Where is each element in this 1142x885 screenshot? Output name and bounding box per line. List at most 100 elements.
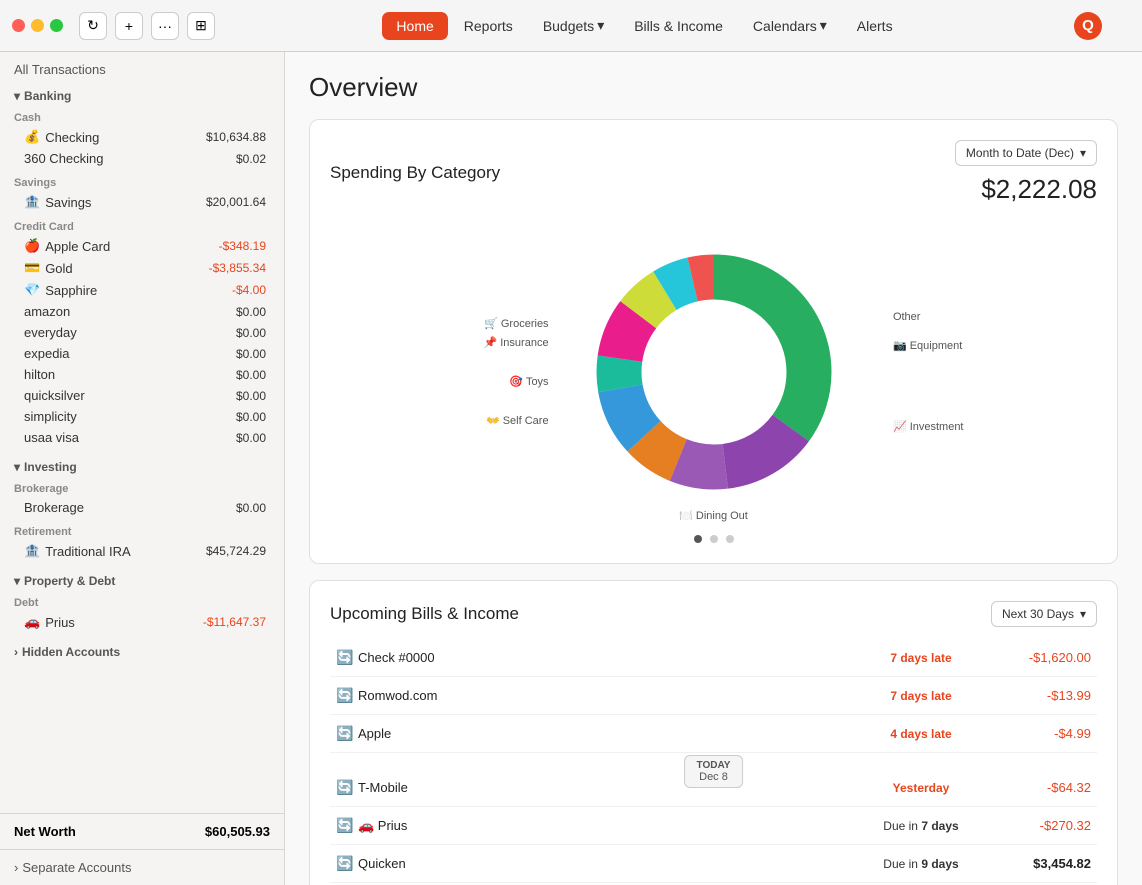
bills-period-select[interactable]: Next 30 Days ▾ (991, 601, 1097, 627)
chevron-down-icon: ▾ (14, 574, 20, 588)
sidebar: All Transactions ▾ Banking Cash 💰 Checki… (0, 52, 285, 885)
chart-label-dining: 🍽️ Dining Out (679, 509, 748, 522)
chevron-down-icon: ▾ (820, 17, 827, 34)
bill-row-tmobile[interactable]: TODAY Dec 8 🔄 T-Mobile Yesterday -$64.32 (330, 769, 1097, 807)
reload-icon: ↻ (87, 17, 99, 34)
bill-row-quicken[interactable]: 🔄 Quicken Due in 9 days $3,454.82 (330, 845, 1097, 883)
list-item[interactable]: 🏦 Traditional IRA $45,724.29 (14, 540, 270, 562)
chart-dot-2[interactable] (710, 535, 718, 543)
nav-tab-home[interactable]: Home (382, 12, 447, 40)
bills-list: 🔄 Check #0000 7 days late -$1,620.00 🔄 R… (330, 639, 1097, 885)
bill-row-check0000[interactable]: 🔄 Check #0000 7 days late -$1,620.00 (330, 639, 1097, 677)
chevron-right-icon: › (14, 860, 18, 875)
nav-tabs: Home Reports Budgets ▾ Bills & Income Ca… (382, 11, 906, 40)
bills-card-header: Upcoming Bills & Income Next 30 Days ▾ (330, 601, 1097, 627)
chart-label-equipment: 📷 Equipment (893, 339, 964, 352)
spending-card-header: Spending By Category Month to Date (Dec)… (330, 140, 1097, 205)
window-controls (12, 19, 63, 32)
list-item[interactable]: quicksilver $0.00 (14, 385, 270, 406)
chevron-down-icon: ▾ (597, 17, 604, 34)
chart-label-investment: 📈 Investment (893, 420, 964, 433)
separate-accounts-link[interactable]: › Separate Accounts (0, 849, 284, 885)
main-layout: All Transactions ▾ Banking Cash 💰 Checki… (0, 52, 1142, 885)
maximize-button[interactable] (50, 19, 63, 32)
nav-tab-bills-income[interactable]: Bills & Income (620, 12, 737, 40)
list-item[interactable]: hilton $0.00 (14, 364, 270, 385)
net-worth-label: Net Worth (14, 824, 76, 839)
today-label: TODAY (697, 760, 731, 771)
all-transactions-link[interactable]: All Transactions (0, 52, 284, 83)
nav-tab-alerts[interactable]: Alerts (843, 12, 907, 40)
more-icon: ··· (158, 18, 172, 34)
chart-label-toys: 🎯 Toys (484, 375, 549, 388)
sidebar-section-property: ▾ Property & Debt Debt 🚗 Prius -$11,647.… (0, 568, 284, 635)
spending-by-category-card: Spending By Category Month to Date (Dec)… (309, 119, 1118, 564)
chart-pagination (330, 535, 1097, 543)
bill-icon: 🔄 (336, 855, 358, 872)
property-section-header[interactable]: ▾ Property & Debt (0, 568, 284, 591)
chevron-right-icon: › (14, 645, 18, 659)
net-worth-value: $60,505.93 (205, 824, 270, 839)
sidebar-toggle-button[interactable]: ⊞ (187, 12, 215, 40)
chevron-down-icon: ▾ (14, 89, 20, 103)
list-item[interactable]: 💳 Gold -$3,855.34 (14, 257, 270, 279)
list-item[interactable]: 360 Checking $0.02 (14, 148, 270, 169)
list-item[interactable]: 🍎 Apple Card -$348.19 (14, 235, 270, 257)
net-worth-row: Net Worth $60,505.93 (14, 824, 270, 839)
list-item[interactable]: Brokerage $0.00 (14, 497, 270, 518)
chart-label-selfcare: 👐 Self Care (484, 414, 549, 427)
sidebar-icon: ⊞ (195, 17, 207, 34)
investing-section-header[interactable]: ▾ Investing (0, 454, 284, 477)
spending-chart-area: 🛒 Groceries 📌 Insurance 🎯 Toys 👐 Self Ca… (330, 217, 1097, 527)
list-item[interactable]: expedia $0.00 (14, 343, 270, 364)
chevron-down-icon: ▾ (1080, 607, 1086, 621)
spending-amount: $2,222.08 (981, 174, 1097, 205)
today-badge: TODAY Dec 8 (684, 755, 744, 788)
period-select[interactable]: Month to Date (Dec) ▾ (955, 140, 1097, 166)
main-content: Overview Spending By Category Month to D… (285, 52, 1142, 885)
nav-tab-calendars[interactable]: Calendars ▾ (739, 11, 841, 40)
more-button[interactable]: ··· (151, 12, 179, 40)
donut-chart (574, 232, 854, 512)
bill-icon: 🔄 (336, 687, 358, 704)
nav-tab-budgets[interactable]: Budgets ▾ (529, 11, 618, 40)
list-item[interactable]: 💰 Checking $10,634.88 (14, 126, 270, 148)
minimize-button[interactable] (31, 19, 44, 32)
banking-section-header[interactable]: ▾ Banking (0, 83, 284, 106)
list-item[interactable]: everyday $0.00 (14, 322, 270, 343)
chart-dot-3[interactable] (726, 535, 734, 543)
spending-card-title: Spending By Category (330, 163, 500, 183)
list-item[interactable]: 💎 Sapphire -$4.00 (14, 279, 270, 301)
bill-icon: 🔄 (336, 725, 358, 742)
bill-row-apple[interactable]: 🔄 Apple 4 days late -$4.99 (330, 715, 1097, 753)
user-avatar[interactable]: Q (1074, 12, 1102, 40)
chevron-down-icon: ▾ (1080, 146, 1086, 160)
hidden-accounts-header[interactable]: › Hidden Accounts (0, 639, 284, 662)
bill-icon: 🔄 (336, 817, 358, 834)
list-item[interactable]: usaa visa $0.00 (14, 427, 270, 448)
sidebar-section-hidden: › Hidden Accounts (0, 639, 284, 662)
list-item[interactable]: 🏦 Savings $20,001.64 (14, 191, 270, 213)
bills-card-title: Upcoming Bills & Income (330, 604, 519, 624)
list-item[interactable]: simplicity $0.00 (14, 406, 270, 427)
close-button[interactable] (12, 19, 25, 32)
nav-tab-reports[interactable]: Reports (450, 12, 527, 40)
chart-dot-1[interactable] (694, 535, 702, 543)
property-debt-subsection: Debt 🚗 Prius -$11,647.37 (0, 591, 284, 635)
reload-button[interactable]: ↻ (79, 12, 107, 40)
chevron-down-icon: ▾ (14, 460, 20, 474)
bill-row-romwod[interactable]: 🔄 Romwod.com 7 days late -$13.99 (330, 677, 1097, 715)
banking-cash-subsection: Cash 💰 Checking $10,634.88 360 Checking … (0, 106, 284, 171)
banking-savings-subsection: Savings 🏦 Savings $20,001.64 (0, 171, 284, 215)
add-button[interactable]: + (115, 12, 143, 40)
list-item[interactable]: amazon $0.00 (14, 301, 270, 322)
list-item[interactable]: 🚗 Prius -$11,647.37 (14, 611, 270, 633)
add-icon: + (125, 18, 133, 34)
sidebar-footer: Net Worth $60,505.93 (0, 813, 284, 849)
chart-label-other: Other (893, 311, 964, 323)
sidebar-section-banking: ▾ Banking Cash 💰 Checking $10,634.88 360… (0, 83, 284, 450)
bills-period-label: Next 30 Days (1002, 607, 1074, 621)
today-date: Dec 8 (697, 771, 731, 783)
bill-row-prius[interactable]: 🔄 🚗 Prius Due in 7 days -$270.32 (330, 807, 1097, 845)
banking-creditcard-subsection: Credit Card 🍎 Apple Card -$348.19 💳 Gold… (0, 215, 284, 450)
